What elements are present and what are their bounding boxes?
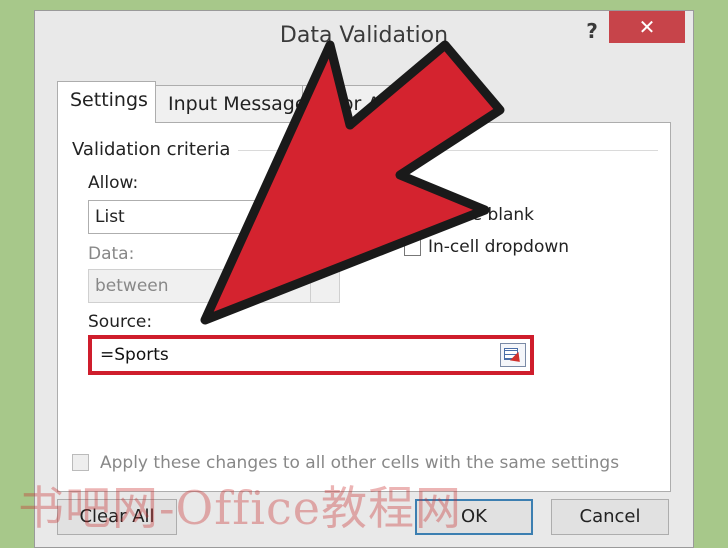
title-bar: Data Validation ? ✕ xyxy=(35,11,693,65)
in-cell-dropdown-checkbox[interactable] xyxy=(404,239,421,256)
data-select: between xyxy=(88,269,340,303)
apply-all-checkbox[interactable] xyxy=(72,454,89,471)
tab-input-message[interactable]: Input Message xyxy=(156,85,303,123)
tab-error-alert[interactable]: Error Alert xyxy=(303,85,413,123)
source-label: Source: xyxy=(88,312,153,332)
apply-all-label: Apply these changes to all other cells w… xyxy=(100,453,620,473)
source-input[interactable]: =Sports xyxy=(88,335,534,375)
settings-panel: Validation criteria Allow: List Ignore b… xyxy=(57,122,671,492)
close-button[interactable]: ✕ xyxy=(609,11,685,43)
help-button[interactable]: ? xyxy=(581,19,603,43)
data-label: Data: xyxy=(88,244,135,264)
allow-dropdown-button[interactable] xyxy=(310,201,339,233)
cancel-button[interactable]: Cancel xyxy=(551,499,669,535)
allow-label: Allow: xyxy=(88,173,139,193)
tab-settings[interactable]: Settings xyxy=(57,81,156,123)
group-divider xyxy=(238,150,658,151)
allow-select-value: List xyxy=(95,207,125,227)
in-cell-dropdown-label: In-cell dropdown xyxy=(428,237,570,257)
range-selector-icon[interactable] xyxy=(500,343,526,367)
validation-criteria-heading: Validation criteria xyxy=(72,139,237,160)
ok-button[interactable]: OK xyxy=(415,499,533,535)
ignore-blank-label: Ignore blank xyxy=(428,205,535,225)
allow-select[interactable]: List xyxy=(88,200,340,234)
clear-all-button[interactable]: Clear All xyxy=(57,499,177,535)
data-validation-dialog: Data Validation ? ✕ Settings Input Messa… xyxy=(34,10,694,548)
source-input-value: =Sports xyxy=(100,345,169,365)
data-select-value: between xyxy=(95,276,169,296)
data-dropdown-button xyxy=(310,270,339,302)
ignore-blank-checkbox[interactable] xyxy=(404,207,421,224)
